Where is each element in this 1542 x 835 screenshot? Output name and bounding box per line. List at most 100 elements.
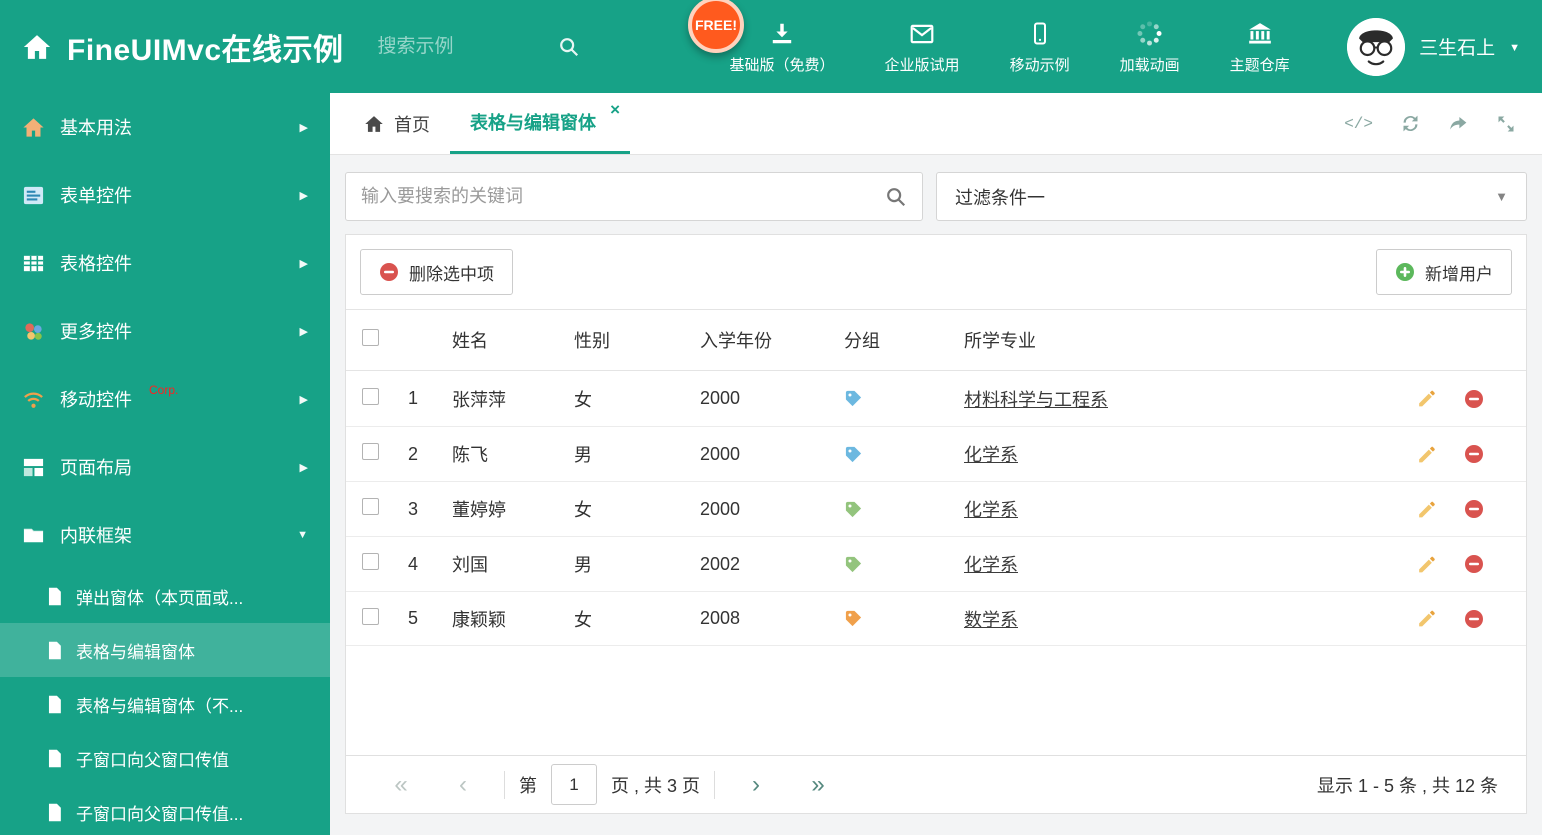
nav-label: 主题仓库 (1229, 56, 1290, 74)
spinner-icon (1136, 19, 1163, 47)
sidebar-item-basic-usage[interactable]: 基本用法 ▶ (0, 93, 330, 161)
table-body: 1 张萍萍 女 2000 材料科学与工程系 2 陈飞 男 2000 化学系 3 … (346, 371, 1526, 646)
add-user-button[interactable]: 新增用户 (1376, 249, 1512, 295)
last-page-button[interactable]: » (787, 771, 849, 799)
nav-basic-free[interactable]: 基础版（免费） (730, 19, 835, 75)
sidebar-item-more-controls[interactable]: 更多控件 ▶ (0, 297, 330, 365)
sidebar-child-grid-edit-window-2[interactable]: 表格与编辑窗体（不... (0, 677, 330, 731)
pagination-bar: « ‹ 第 页 , 共 3 页 › » 显示 1 - 5 条 , 共 12 条 (346, 755, 1526, 813)
close-icon[interactable]: × (610, 100, 620, 120)
sidebar-item-mobile-controls[interactable]: 移动控件 Corp. ▶ (0, 365, 330, 433)
chevron-right-icon: ▶ (299, 461, 308, 474)
column-header-major[interactable]: 所学专业 (964, 327, 1416, 353)
tab-grid-edit-window[interactable]: 表格与编辑窗体 × (450, 93, 630, 154)
row-checkbox[interactable] (362, 553, 379, 570)
nav-loading-animations[interactable]: 加载动画 (1120, 19, 1180, 75)
brand[interactable]: FineUIMvc在线示例 (22, 25, 344, 69)
next-page-button[interactable]: › (725, 771, 787, 799)
grid-panel: 删除选中项 新增用户 姓名 性别 入学年份 分组 所学专业 1 张萍萍 女 20… (345, 234, 1527, 814)
fullscreen-icon[interactable] (1496, 114, 1516, 134)
tab-home[interactable]: 首页 (344, 93, 450, 154)
delete-row-icon[interactable] (1464, 609, 1484, 629)
tag-icon (844, 555, 964, 574)
chevron-right-icon: ▶ (299, 325, 308, 338)
major-link[interactable]: 数学系 (964, 610, 1018, 630)
corp-badge: Corp. (149, 383, 179, 397)
sidebar-item-grid-controls[interactable]: 表格控件 ▶ (0, 229, 330, 297)
layout-icon (22, 456, 45, 479)
sidebar-child-child-to-parent[interactable]: 子窗口向父窗口传值 (0, 731, 330, 785)
delete-row-icon[interactable] (1464, 444, 1484, 464)
major-link[interactable]: 化学系 (964, 445, 1018, 465)
major-link[interactable]: 材料科学与工程系 (964, 390, 1108, 410)
chevron-right-icon: ▶ (299, 393, 308, 406)
sidebar-child-grid-edit-window[interactable]: 表格与编辑窗体 (0, 623, 330, 677)
table-row: 4 刘国 男 2002 化学系 (346, 536, 1526, 591)
row-number: 5 (408, 608, 419, 628)
nav-label: 加载动画 (1119, 56, 1180, 74)
refresh-icon[interactable] (1400, 113, 1421, 134)
view-source-icon[interactable]: </> (1344, 115, 1373, 133)
student-name: 董婷婷 (452, 500, 506, 520)
search-icon[interactable] (558, 36, 580, 58)
sidebar-item-iframe[interactable]: 内联框架 ▼ (0, 501, 330, 569)
delete-row-icon[interactable] (1464, 554, 1484, 574)
nav-mobile-demo[interactable]: 移动示例 (1010, 19, 1070, 75)
page-number-input[interactable] (551, 764, 597, 805)
keyword-search-input[interactable] (361, 186, 885, 207)
row-checkbox[interactable] (362, 498, 379, 515)
filter-dropdown-value: 过滤条件一 (955, 187, 1045, 208)
column-header-group[interactable]: 分组 (844, 327, 964, 353)
minus-circle-icon (379, 262, 399, 282)
sidebar: 基本用法 ▶ 表单控件 ▶ 表格控件 ▶ 更多控件 ▶ 移动控件 Corp. ▶ (0, 93, 330, 835)
app-header: FineUIMvc在线示例 FREE! 基础版（免费） 企业版试用 移动示例 (0, 0, 1542, 93)
sidebar-item-label: 内联框架 (60, 526, 132, 546)
column-header-name[interactable]: 姓名 (452, 327, 574, 353)
major-link[interactable]: 化学系 (964, 500, 1018, 520)
column-header-year[interactable]: 入学年份 (700, 327, 844, 353)
header-search-input[interactable] (377, 35, 528, 58)
content: 过滤条件一 ▼ 删除选中项 新增用户 (330, 155, 1542, 831)
grid-toolbar: 删除选中项 新增用户 (346, 235, 1526, 309)
delete-selected-button[interactable]: 删除选中项 (360, 249, 513, 295)
select-all-checkbox[interactable] (362, 329, 379, 346)
filter-dropdown[interactable]: 过滤条件一 ▼ (936, 172, 1527, 221)
delete-row-icon[interactable] (1464, 389, 1484, 409)
open-new-window-icon[interactable] (1448, 113, 1469, 134)
student-gender: 女 (574, 609, 592, 630)
edit-icon[interactable] (1416, 388, 1437, 409)
divider (504, 770, 505, 799)
edit-icon[interactable] (1416, 554, 1437, 575)
nav-enterprise-trial[interactable]: 企业版试用 (885, 19, 960, 75)
user-menu[interactable]: 三生石上 ▼ (1347, 17, 1520, 76)
sidebar-child-child-to-parent-2[interactable]: 子窗口向父窗口传值... (0, 785, 330, 835)
sidebar-item-label: 更多控件 (60, 322, 132, 342)
nav-theme-store[interactable]: 主题仓库 (1230, 19, 1290, 75)
file-icon (46, 641, 63, 660)
column-header-gender[interactable]: 性别 (574, 327, 700, 353)
delete-row-icon[interactable] (1464, 499, 1484, 519)
sidebar-item-page-layout[interactable]: 页面布局 ▶ (0, 433, 330, 501)
row-checkbox[interactable] (362, 387, 379, 405)
sidebar-child-label: 子窗口向父窗口传值... (76, 804, 244, 824)
student-name: 陈飞 (452, 445, 488, 465)
edit-icon[interactable] (1416, 499, 1437, 520)
prev-page-button[interactable]: ‹ (432, 771, 494, 799)
wireless-icon (22, 388, 45, 411)
row-checkbox[interactable] (362, 607, 379, 625)
major-link[interactable]: 化学系 (964, 555, 1018, 575)
first-page-button[interactable]: « (370, 771, 432, 799)
plus-circle-icon (1395, 262, 1415, 282)
file-icon (46, 587, 63, 606)
tag-icon (844, 389, 964, 408)
edit-icon[interactable] (1416, 608, 1437, 629)
sidebar-item-form-controls[interactable]: 表单控件 ▶ (0, 161, 330, 229)
edit-icon[interactable] (1416, 444, 1437, 465)
tag-icon (844, 609, 964, 628)
table-row: 3 董婷婷 女 2000 化学系 (346, 481, 1526, 536)
chevron-down-icon: ▼ (297, 529, 308, 541)
row-checkbox[interactable] (362, 443, 379, 460)
sidebar-child-popup-window[interactable]: 弹出窗体（本页面或... (0, 569, 330, 623)
search-icon[interactable] (885, 186, 907, 208)
tag-icon (844, 500, 964, 519)
